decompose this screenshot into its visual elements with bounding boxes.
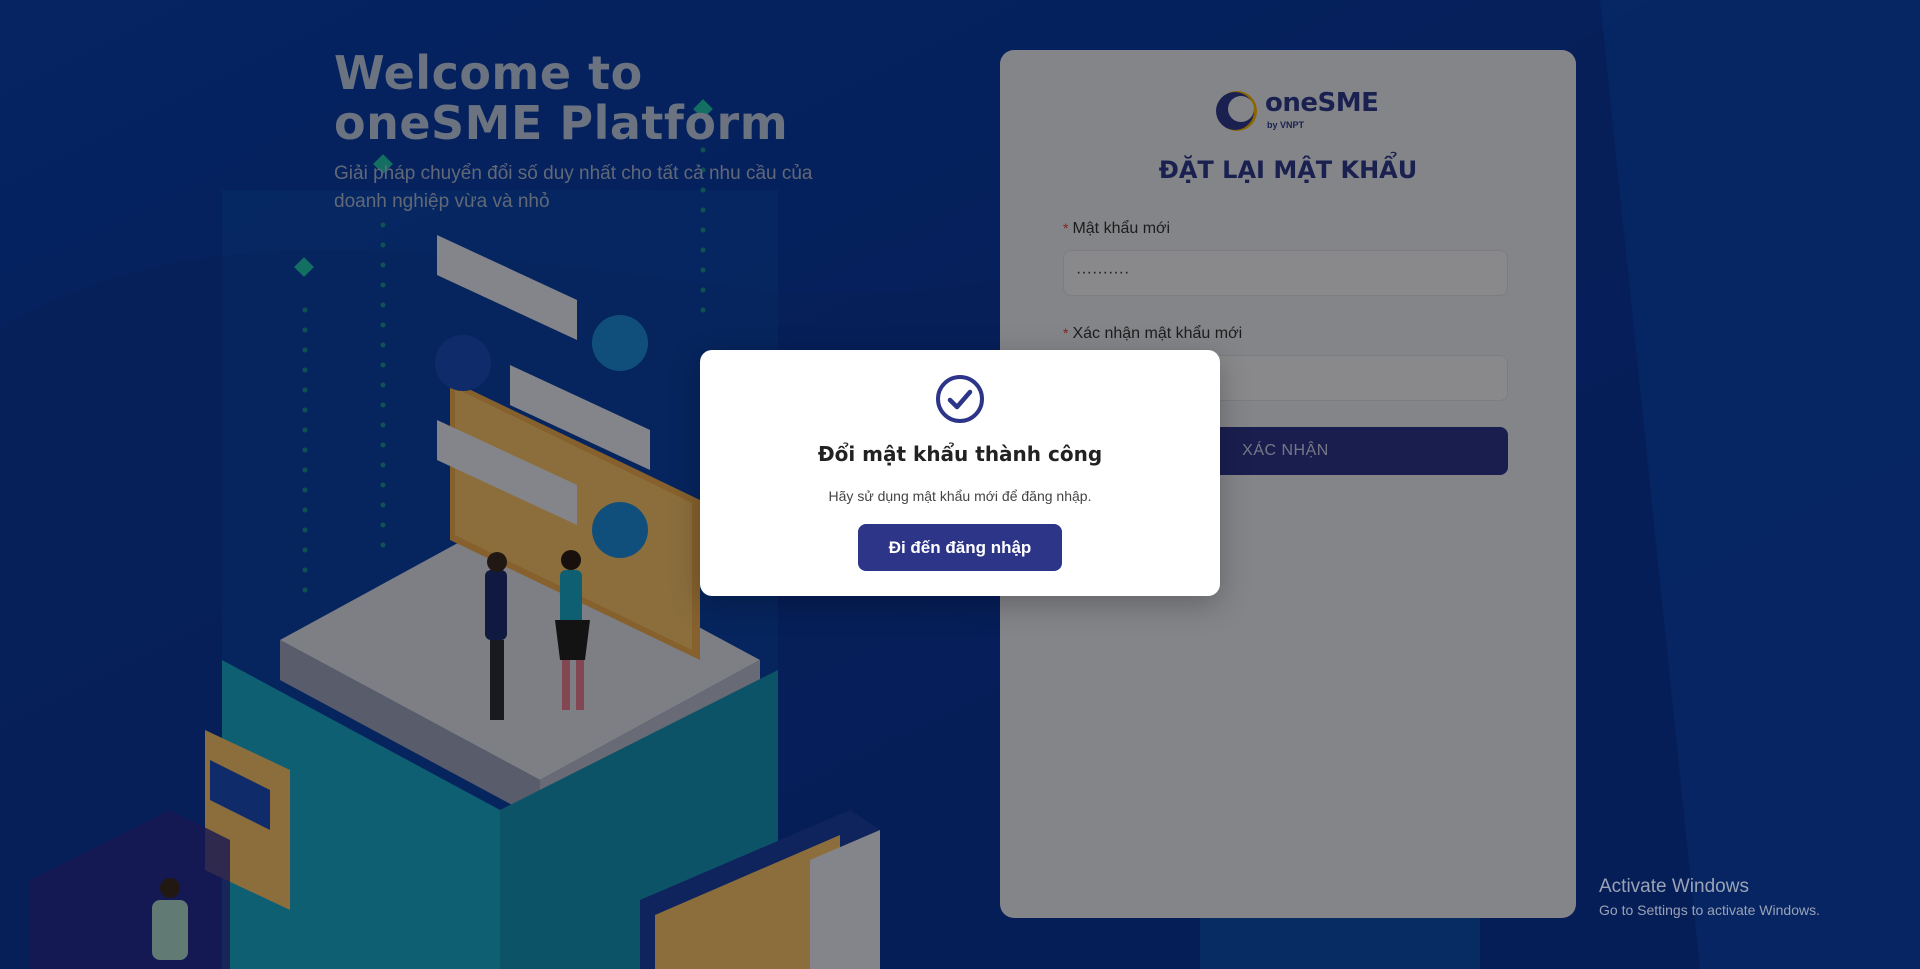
watermark-title: Activate Windows bbox=[1599, 876, 1749, 897]
activate-windows-watermark: Activate Windows Go to Settings to activ… bbox=[1599, 876, 1820, 918]
check-circle-icon bbox=[936, 375, 984, 423]
dialog-message: Hãy sử dụng mật khẩu mới để đăng nhập. bbox=[828, 488, 1092, 504]
go-to-login-button[interactable]: Đi đến đăng nhập bbox=[858, 524, 1062, 571]
dialog-title: Đổi mật khẩu thành công bbox=[817, 442, 1103, 466]
success-dialog: Đổi mật khẩu thành công Hãy sử dụng mật … bbox=[700, 350, 1220, 596]
watermark-subtitle: Go to Settings to activate Windows. bbox=[1599, 902, 1820, 918]
